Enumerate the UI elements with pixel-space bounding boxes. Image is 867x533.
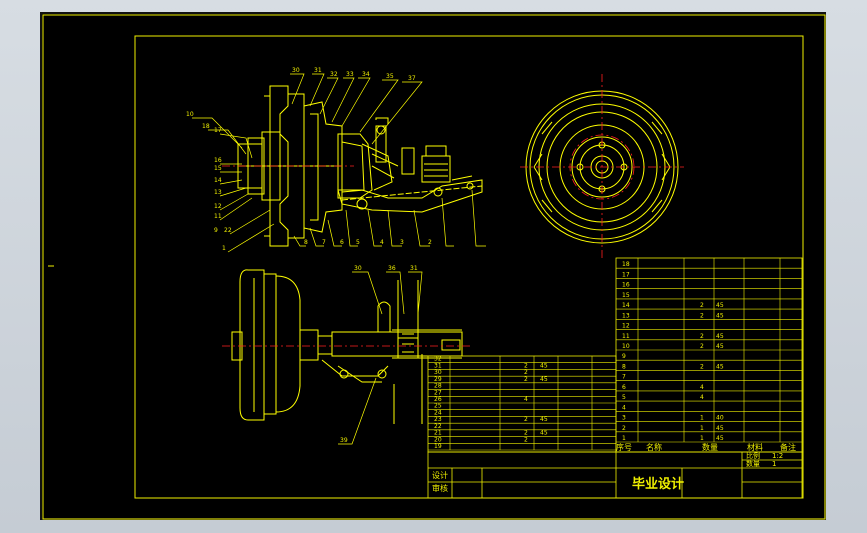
parts-right-row-mat: 40 [716,415,724,422]
checker-label: 审核 [432,483,448,493]
parts-right-row-no: 11 [622,333,630,340]
wheel-center-lines [520,74,684,260]
callout-lower: 36 [388,265,396,272]
callout-lower: 30 [354,265,362,272]
parts-right-row-qty: 2 [700,363,704,370]
parts-right-row-qty: 4 [700,384,704,391]
parts-right-row-qty: 2 [700,302,704,309]
parts-left-row-qty: 4 [524,396,528,403]
parts-left-row-no: 19 [434,443,442,450]
callout-labels: 30 3132 33 34 35 371018171615141312119 2218 7 6 5… [186,67,432,444]
parts-left-row-qty: 2 [524,376,528,383]
callout-left: 13 [214,189,222,196]
callout-left: 11 [214,213,222,220]
qty-value: 1 [772,460,776,468]
parts-right-row-no: 15 [622,292,630,299]
parts-left-row-qty: 2 [524,436,528,443]
callout-bottom: 4 [380,239,384,246]
parts-right-row-no: 4 [622,404,626,411]
callout-lower: 31 [410,265,418,272]
parts-right-row-mat: 45 [716,302,724,309]
parts-right-row-no: 12 [622,323,630,330]
parts-left-row-mat: 45 [540,362,548,369]
callout-top: 33 [346,71,354,78]
parts-right-row-mat: 45 [716,425,724,432]
callout-lower: 39 [340,437,348,444]
callout-bottom: 5 [356,239,360,246]
parts-right-row-no: 9 [622,353,626,360]
callout-left: 18 [202,123,210,130]
col-header-mat: 材料 [747,442,763,452]
callout-left: 1 [222,245,226,252]
parts-right-row-qty: 2 [700,343,704,350]
qty-label: 数量 [746,459,760,468]
parts-right-row-no: 14 [622,302,630,309]
callout-left: 9 [214,227,218,234]
callout-left: 10 [186,111,194,118]
callout-top: 34 [362,71,370,78]
parts-right-row-mat: 45 [716,333,724,340]
callout-bottom: 7 [322,239,326,246]
parts-right-row-mat: 45 [716,435,724,442]
parts-left-row-mat: 45 [540,430,548,437]
callout-top: 30 [292,67,300,74]
scale-label: 比例 [746,451,760,460]
parts-right-row-no: 7 [622,374,626,381]
scale-value: 1:2 [772,452,783,460]
col-header-no: 序号 [616,442,632,452]
cad-viewport[interactable]: 30 31 32 33 34 35 37 10 18 17 16 15 14 13 12 11 9 22 1 8 7 6 5… [0,0,867,533]
parts-list-rows: 1817161514 2 4513 2 451211 2 4510 2 4598 2 4576 45 4… [428,258,802,451]
callout-top: 32 [330,71,338,78]
callout-left: 15 [214,165,222,172]
parts-right-row-no: 5 [622,394,626,401]
parts-right-row-no: 10 [622,343,630,350]
parts-left-row-mat: 45 [540,416,548,423]
parts-right-row-qty: 2 [700,312,704,319]
cad-drawing[interactable]: 30 3132 33 34 35 371018171615141312119 2218 7 6 5… [42,14,828,522]
parts-right-row-qty: 1 [700,425,704,432]
parts-right-row-qty: 4 [700,394,704,401]
callout-left: 17 [214,127,222,134]
parts-right-row-mat: 45 [716,343,724,350]
parts-right-row-no: 18 [622,261,630,268]
parts-right-row-no: 1 [622,435,626,442]
callout-top: 37 [408,75,416,82]
parts-left-row-qty: 2 [524,416,528,423]
leader-lines [192,73,486,445]
drawing-sheet[interactable]: 30 31 32 33 34 35 37 10 18 17 16 15 14 13 12 11 9 22 1 8 7 6 5… [40,12,826,520]
col-header-qty: 数量 [702,442,718,452]
designer-label: 设计 [432,470,448,480]
parts-right-row-mat: 45 [716,363,724,370]
callout-left: 14 [214,177,222,184]
parts-right-row-qty: 1 [700,415,704,422]
callout-left: 22 [224,227,232,234]
parts-right-row-no: 3 [622,415,626,422]
parts-right-row-no: 13 [622,312,630,319]
callout-bottom: 6 [340,239,344,246]
parts-right-row-no: 6 [622,384,626,391]
parts-right-row-mat: 45 [716,312,724,319]
drawing-title: 毕业设计 [632,476,684,492]
callout-bottom: 3 [400,239,404,246]
callout-left: 12 [214,203,222,210]
parts-left-row-mat: 45 [540,376,548,383]
parts-right-row-qty: 1 [700,435,704,442]
callout-top: 35 [386,73,394,80]
callout-bottom: 2 [428,239,432,246]
col-header-name: 名称 [646,442,662,452]
parts-right-row-no: 17 [622,271,630,278]
parts-right-row-qty: 2 [700,333,704,340]
col-header-note: 备注 [780,442,796,452]
parts-right-row-no: 8 [622,363,626,370]
callout-top: 31 [314,67,322,74]
parts-right-row-no: 16 [622,282,630,289]
parts-right-row-no: 2 [622,425,626,432]
callout-bottom: 8 [304,239,308,246]
callout-left: 16 [214,157,222,164]
plan-view [231,269,463,424]
